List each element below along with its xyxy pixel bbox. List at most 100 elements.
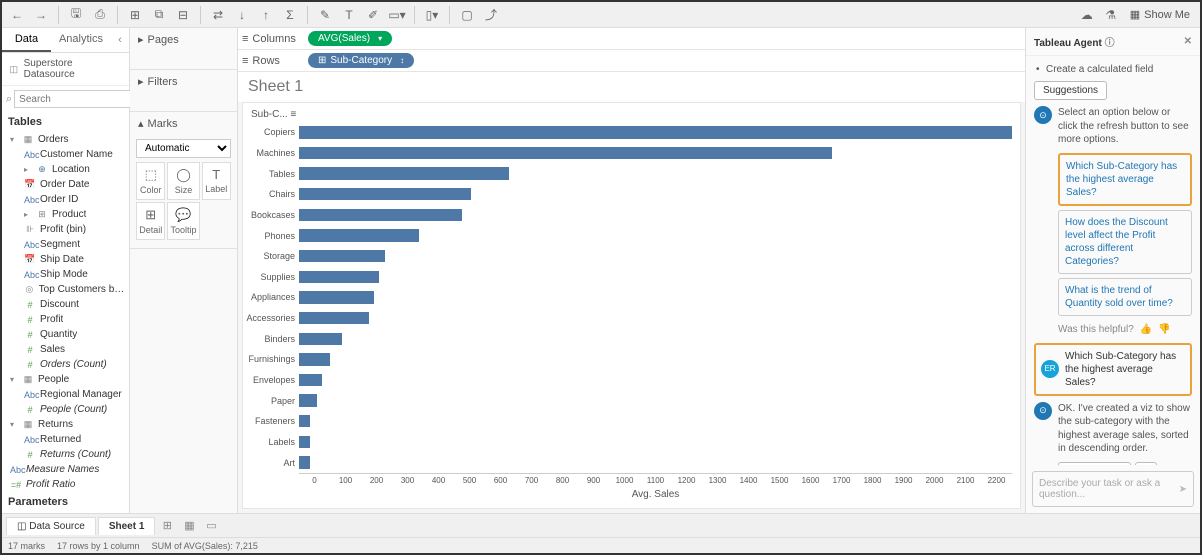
tab-data-source[interactable]: ◫ Data Source [6, 517, 96, 535]
option-1[interactable]: Which Sub-Category has the highest avera… [1058, 153, 1192, 206]
cloud-icon[interactable]: ☁ [1076, 5, 1098, 25]
tab-sheet1[interactable]: Sheet 1 [98, 517, 156, 535]
fit-icon[interactable]: ▭▾ [386, 5, 408, 25]
field-discount[interactable]: #Discount [2, 297, 129, 312]
bar[interactable] [299, 394, 317, 406]
bar[interactable] [299, 147, 832, 159]
show-me-button[interactable]: ▦ Show Me [1124, 8, 1196, 21]
suggestions-button-2[interactable]: Suggestions [1058, 462, 1131, 466]
field-order-date[interactable]: 📅Order Date [2, 177, 129, 192]
field-regional-manager[interactable]: AbcRegional Manager [2, 387, 129, 402]
bar[interactable] [299, 291, 374, 303]
status-bar: 17 marks 17 rows by 1 column SUM of AVG(… [2, 537, 1200, 553]
bar[interactable] [299, 374, 322, 386]
bar[interactable] [299, 209, 462, 221]
field-location[interactable]: ▸⊕Location [2, 162, 129, 177]
mark-tooltip[interactable]: 💬Tooltip [167, 202, 199, 240]
filter-icon[interactable]: ⚗ [1100, 5, 1122, 25]
columns-pill[interactable]: AVG(Sales)▾ [308, 31, 392, 46]
datasource-row[interactable]: ◫ Superstore Datasource [2, 53, 129, 86]
field-product[interactable]: ▸⊞Product [2, 207, 129, 222]
thumbs-down-icon[interactable]: 👎 [1158, 324, 1170, 335]
option-3[interactable]: What is the trend of Quantity sold over … [1058, 278, 1192, 316]
bar[interactable] [299, 333, 342, 345]
thumbs-up-icon[interactable]: 👍 [1140, 324, 1152, 335]
tree-people[interactable]: ▾▦People [2, 372, 129, 387]
field-returned[interactable]: AbcReturned [2, 432, 129, 447]
suggestions-button[interactable]: Suggestions [1034, 81, 1107, 100]
format-icon[interactable]: ✐ [362, 5, 384, 25]
new-dashboard-icon[interactable]: ▦ [179, 517, 199, 535]
field-people-count[interactable]: #People (Count) [2, 402, 129, 417]
chart-type-icon[interactable]: ▯▾ [421, 5, 443, 25]
highlight-icon[interactable]: ✎ [314, 5, 336, 25]
rows-pill[interactable]: ⊞Sub-Category↕ [308, 53, 414, 68]
mark-label[interactable]: TLabel [202, 162, 232, 200]
save-icon[interactable]: 🖫 [65, 5, 87, 25]
bar[interactable] [299, 271, 379, 283]
tab-data[interactable]: Data [2, 28, 51, 52]
option-2[interactable]: How does the Discount level affect the P… [1058, 210, 1192, 274]
status-marks: 17 marks [8, 541, 45, 551]
close-icon[interactable]: ✕ [1184, 36, 1192, 47]
swap-icon[interactable]: ⇄ [207, 5, 229, 25]
tree-orders[interactable]: ▾▦Orders [2, 132, 129, 147]
tree-returns[interactable]: ▾▦Returns [2, 417, 129, 432]
sheet-title[interactable]: Sheet 1 [238, 72, 1025, 102]
field-orders-count[interactable]: #Orders (Count) [2, 357, 129, 372]
y-label: Phones [251, 225, 299, 246]
refresh-button[interactable]: ↻ [1135, 462, 1157, 466]
new-story-icon[interactable]: ▭ [201, 517, 221, 535]
back-icon[interactable]: ← [6, 5, 28, 25]
y-label: Accessories [251, 308, 299, 329]
field-ship-date[interactable]: 📅Ship Date [2, 252, 129, 267]
forward-icon[interactable]: → [30, 5, 52, 25]
bar[interactable] [299, 188, 471, 200]
field-top-customers[interactable]: ◎Top Customers by P... [2, 282, 129, 297]
new-worksheet-icon[interactable]: ⊞ [124, 5, 146, 25]
bar[interactable] [299, 415, 310, 427]
info-icon[interactable]: ⓘ [1105, 38, 1115, 49]
mark-color[interactable]: ⬚Color [136, 162, 165, 200]
send-icon[interactable]: ➤ [1179, 484, 1187, 495]
mark-type-select[interactable]: Automatic [136, 139, 231, 158]
field-quantity[interactable]: #Quantity [2, 327, 129, 342]
present-icon[interactable]: ▢ [456, 5, 478, 25]
chart[interactable]: Sub-C... ≡ CopiersMachinesTablesChairsBo… [242, 102, 1021, 509]
mark-detail[interactable]: ⊞Detail [136, 202, 165, 240]
bar[interactable] [299, 126, 1012, 138]
sort-desc-icon[interactable]: ↑ [255, 5, 277, 25]
mark-size[interactable]: ◯Size [167, 162, 199, 200]
bar[interactable] [299, 456, 310, 468]
field-ship-mode[interactable]: AbcShip Mode [2, 267, 129, 282]
field-segment[interactable]: AbcSegment [2, 237, 129, 252]
field-profit-ratio[interactable]: =#Profit Ratio [2, 477, 129, 492]
rows-shelf[interactable]: ≡Rows ⊞Sub-Category↕ [238, 50, 1025, 72]
bar[interactable] [299, 312, 369, 324]
field-customer-name[interactable]: AbcCustomer Name [2, 147, 129, 162]
field-measure-names[interactable]: AbcMeasure Names [2, 462, 129, 477]
bar[interactable] [299, 436, 310, 448]
field-order-id[interactable]: AbcOrder ID [2, 192, 129, 207]
totals-icon[interactable]: Σ [279, 5, 301, 25]
bar[interactable] [299, 250, 385, 262]
share-icon[interactable]: ⤴ [480, 5, 502, 25]
tab-analytics[interactable]: Analytics [51, 28, 111, 52]
field-returns-count[interactable]: #Returns (Count) [2, 447, 129, 462]
panel-collapse-icon[interactable]: ‹ [111, 28, 129, 52]
new-sheet-icon[interactable]: ⊞ [157, 517, 177, 535]
bar[interactable] [299, 353, 330, 365]
sort-asc-icon[interactable]: ↓ [231, 5, 253, 25]
agent-input[interactable]: Describe your task or ask a question... … [1032, 471, 1194, 507]
field-sales[interactable]: #Sales [2, 342, 129, 357]
field-profit-bin[interactable]: ⊪Profit (bin) [2, 222, 129, 237]
new-data-icon[interactable]: ⎙ [89, 5, 111, 25]
text-icon[interactable]: T [338, 5, 360, 25]
sort-icon: ↕ [400, 56, 404, 65]
clear-icon[interactable]: ⊟ [172, 5, 194, 25]
duplicate-icon[interactable]: ⧉ [148, 5, 170, 25]
columns-shelf[interactable]: ≡Columns AVG(Sales)▾ [238, 28, 1025, 50]
bar[interactable] [299, 229, 419, 241]
field-profit[interactable]: #Profit [2, 312, 129, 327]
bar[interactable] [299, 167, 509, 179]
